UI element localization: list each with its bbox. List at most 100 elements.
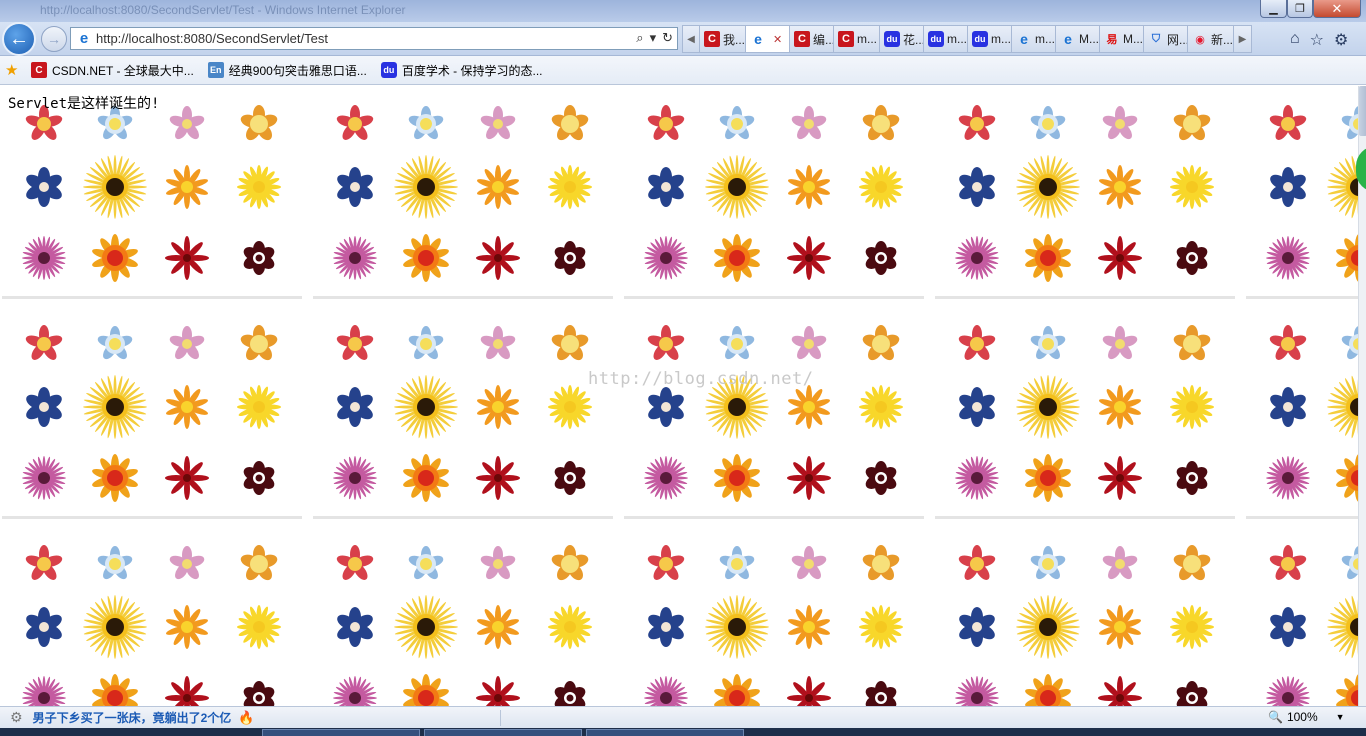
csdn-icon: C: [838, 31, 854, 47]
flower-navy: [337, 387, 373, 427]
flower-lightblue: [1030, 326, 1066, 360]
scrollbar-thumb[interactable]: [1359, 86, 1366, 136]
tab-3[interactable]: Cm...: [834, 25, 880, 53]
tab-scroll-right-button[interactable]: ▶: [1234, 25, 1252, 53]
watermark-text: http://blog.csdn.net/: [588, 369, 814, 389]
tile-caption-strip: [1246, 296, 1358, 299]
favorite-link[interactable]: C CSDN.NET - 全球最大中...: [31, 62, 194, 79]
flower-magenta: [333, 456, 377, 500]
favorites-star-icon[interactable]: ☆: [1310, 30, 1324, 50]
address-url[interactable]: http://localhost:8080/SecondServlet/Test: [96, 31, 328, 46]
flower-flame: [403, 454, 449, 502]
flower-orange: [862, 105, 900, 141]
flower-maroon: [1176, 681, 1208, 706]
favorite-link[interactable]: du 百度学术 - 保持学习的态...: [380, 62, 543, 79]
close-tab-icon[interactable]: ✕: [773, 33, 782, 46]
flower-red: [25, 325, 63, 360]
minimize-button[interactable]: ▁: [1260, 0, 1287, 18]
tab-8[interactable]: e M...: [1056, 25, 1100, 53]
baidu-icon: du: [972, 31, 988, 47]
tab-label: 编...: [813, 32, 834, 47]
flower-red: [647, 105, 685, 140]
tab-5[interactable]: du m...: [924, 25, 968, 53]
zoom-icon: 🔍: [1268, 710, 1283, 724]
flower-maroon: [243, 681, 275, 706]
zoom-dropdown-icon[interactable]: ▼: [1336, 712, 1345, 722]
shield-icon: ⛉: [1151, 32, 1161, 45]
flower-magenta: [333, 236, 377, 280]
flower-flame: [714, 454, 760, 502]
add-favorite-icon[interactable]: ★: [5, 61, 23, 79]
settings-gear-icon[interactable]: ⚙: [10, 709, 23, 726]
flower-crimson: [165, 456, 209, 500]
forward-button[interactable]: →: [41, 26, 67, 52]
flower-yellow: [548, 605, 592, 649]
favorite-label: CSDN.NET - 全球最大中...: [52, 63, 194, 78]
favorite-label: 百度学术 - 保持学习的态...: [401, 63, 543, 78]
flower-maroon: [865, 681, 897, 706]
tab-7[interactable]: e m...: [1012, 25, 1056, 53]
taskbar-button[interactable]: [262, 729, 420, 736]
ie-icon: e: [754, 31, 762, 47]
tab-label: 花...: [903, 32, 924, 47]
flower-sun: [1327, 155, 1358, 219]
flower-yellow: [1170, 165, 1214, 209]
flower-orange: [551, 105, 589, 141]
flower-yellow: [1170, 605, 1214, 649]
flower-red: [958, 545, 996, 580]
flower-lightblue: [97, 546, 133, 580]
flower-flame: [92, 674, 138, 706]
back-button[interactable]: ←: [2, 22, 36, 56]
flower-magenta: [22, 236, 66, 280]
flower-flame: [1025, 454, 1071, 502]
flower-sun: [83, 595, 147, 659]
chevron-down-icon[interactable]: ▾: [650, 30, 657, 46]
maximize-button[interactable]: ❐: [1287, 0, 1313, 18]
back-arrow-icon: ←: [9, 27, 29, 50]
baidu-icon: du: [380, 62, 397, 78]
home-icon[interactable]: ⌂: [1290, 30, 1300, 50]
flower-orange: [240, 325, 278, 361]
weibo-icon: ◉: [1195, 33, 1205, 46]
flower-pink: [791, 106, 827, 140]
tab-9[interactable]: 易 M...: [1100, 25, 1144, 53]
flower-orange: [551, 325, 589, 361]
zoom-control[interactable]: 🔍 100% ▼: [1268, 710, 1345, 724]
flower-magenta: [955, 236, 999, 280]
tab-0[interactable]: C 我...: [700, 25, 746, 53]
tab-6[interactable]: du m...: [968, 25, 1012, 53]
flower-yellow: [237, 605, 281, 649]
tab-2[interactable]: C 编...: [790, 25, 834, 53]
close-button[interactable]: ✕: [1313, 0, 1361, 18]
flower-navy: [26, 167, 62, 207]
flower-magenta: [644, 456, 688, 500]
flower-lightblue: [1341, 546, 1358, 580]
csdn-icon: C: [794, 31, 810, 47]
refresh-icon[interactable]: ↻: [662, 30, 673, 46]
taskbar-button[interactable]: [424, 729, 582, 736]
tab-10[interactable]: ⛉ 网...: [1144, 25, 1188, 53]
address-bar[interactable]: e http://localhost:8080/SecondServlet/Te…: [70, 27, 678, 50]
flower-lightblue: [1030, 546, 1066, 580]
tab-1[interactable]: e ✕: [746, 25, 790, 53]
flower-pink: [791, 546, 827, 580]
tab-11[interactable]: ◉ 新...: [1188, 25, 1234, 53]
flower-orange2: [477, 605, 519, 649]
favorite-link[interactable]: En 经典900句突击雅思口语...: [207, 62, 367, 79]
flower-lightblue: [97, 326, 133, 360]
flower-magenta: [333, 676, 377, 706]
search-icon[interactable]: ⌕: [636, 30, 643, 46]
forward-arrow-icon: →: [47, 31, 61, 47]
flower-red: [1269, 545, 1307, 580]
taskbar-button[interactable]: [586, 729, 744, 736]
tab-scroll-left-button[interactable]: ◀: [682, 25, 700, 53]
tab-4[interactable]: du 花...: [880, 25, 924, 53]
gear-icon[interactable]: ⚙: [1334, 30, 1348, 50]
flower-crimson: [787, 676, 831, 706]
flower-orange2: [166, 165, 208, 209]
flower-crimson: [476, 676, 520, 706]
news-ticker-link[interactable]: 男子下乡买了一张床，竟躺出了2个亿: [33, 709, 232, 726]
flower-maroon: [554, 241, 586, 275]
flower-red: [25, 545, 63, 580]
flower-flame: [92, 454, 138, 502]
